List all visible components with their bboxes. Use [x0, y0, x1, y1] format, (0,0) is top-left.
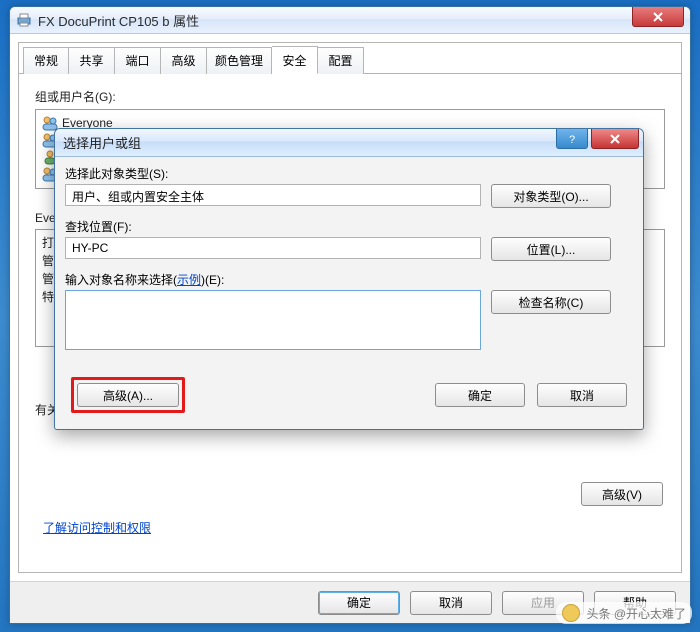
watermark-text: 头条 @开心太难了	[586, 605, 686, 622]
select-users-groups-dialog: 选择用户或组 ? 选择此对象类型(S): 用户、组或内置安全主体 对象类型(O)…	[54, 128, 644, 430]
object-type-field: 用户、组或内置安全主体	[65, 184, 481, 206]
printer-icon	[16, 12, 32, 28]
modal-help-button[interactable]: ?	[556, 129, 588, 149]
modal-cancel-button[interactable]: 取消	[537, 383, 627, 407]
main-titlebar[interactable]: FX DocuPrint CP105 b 属性	[10, 7, 690, 34]
tab-general[interactable]: 常规	[23, 47, 69, 74]
main-window-controls	[629, 7, 684, 27]
advanced-button[interactable]: 高级(V)	[581, 482, 663, 506]
modal-title-text: 选择用户或组	[63, 133, 141, 152]
modal-close-button[interactable]	[591, 129, 639, 149]
check-names-button[interactable]: 检查名称(C)	[491, 290, 611, 314]
modal-advanced-button[interactable]: 高级(A)...	[77, 383, 179, 407]
object-type-label: 选择此对象类型(S):	[65, 165, 633, 182]
help-icon: ?	[567, 133, 577, 145]
tab-advanced[interactable]: 高级	[161, 47, 207, 74]
tab-strip: 常规 共享 端口 高级 颜色管理 安全 配置	[19, 43, 681, 74]
enter-object-names-label: 输入对象名称来选择(示例)(E):	[65, 271, 633, 288]
modal-titlebar[interactable]: 选择用户或组 ?	[55, 129, 643, 157]
modal-window-controls: ?	[553, 129, 639, 149]
location-label: 查找位置(F):	[65, 218, 633, 235]
avatar	[562, 604, 580, 622]
tab-color-mgmt[interactable]: 颜色管理	[207, 47, 272, 74]
object-types-button[interactable]: 对象类型(O)...	[491, 184, 611, 208]
highlight-annotation: 高级(A)...	[71, 377, 185, 413]
group-users-label: 组或用户名(G):	[35, 88, 665, 105]
main-cancel-button[interactable]: 取消	[410, 591, 492, 615]
tab-config[interactable]: 配置	[318, 47, 364, 74]
modal-bottom-bar: 高级(A)... 确定 取消	[65, 377, 633, 419]
modal-body: 选择此对象类型(S): 用户、组或内置安全主体 对象类型(O)... 查找位置(…	[65, 165, 633, 419]
main-ok-button[interactable]: 确定	[318, 591, 400, 615]
watermark: 头条 @开心太难了	[556, 602, 692, 624]
example-link[interactable]: 示例	[177, 273, 201, 287]
tab-sharing[interactable]: 共享	[69, 47, 115, 74]
svg-text:?: ?	[569, 134, 575, 145]
tab-ports[interactable]: 端口	[115, 47, 161, 74]
object-names-input[interactable]	[65, 290, 481, 350]
location-field: HY-PC	[65, 237, 481, 259]
main-close-button[interactable]	[632, 7, 684, 27]
close-icon	[609, 134, 621, 144]
locations-button[interactable]: 位置(L)...	[491, 237, 611, 261]
learn-link-row: 了解访问控制和权限	[43, 519, 151, 536]
tab-security[interactable]: 安全	[272, 46, 318, 74]
modal-ok-button[interactable]: 确定	[435, 383, 525, 407]
learn-access-control-link[interactable]: 了解访问控制和权限	[43, 521, 151, 535]
main-title-text: FX DocuPrint CP105 b 属性	[38, 11, 199, 30]
